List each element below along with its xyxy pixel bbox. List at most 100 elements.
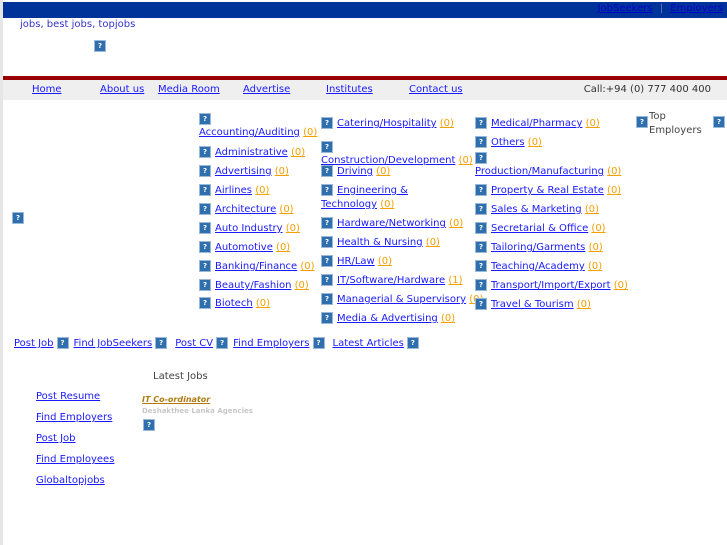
category-item[interactable]: ? Sales & Marketing (0) (475, 203, 599, 215)
employers-link[interactable]: Employers (670, 3, 723, 14)
category-item[interactable]: ? IT/Software/Hardware (1) (321, 274, 463, 286)
category-item[interactable]: ? Medical/Pharmacy (0) (475, 117, 600, 129)
category-item[interactable]: ? Advertising (0) (199, 165, 289, 177)
category-item[interactable]: ? Architecture (0) (199, 203, 294, 215)
latest-articles-link[interactable]: Latest Articles (333, 338, 404, 349)
category-item[interactable]: ? Tailoring/Garments (0) (475, 241, 603, 253)
category-link[interactable]: Airlines (215, 185, 252, 196)
category-count: (0) (527, 137, 542, 148)
broken-image-icon: ? (636, 116, 648, 128)
category-item[interactable]: ?Managerial & Supervisory (0) (321, 293, 483, 305)
category-link[interactable]: Tailoring/Garments (491, 242, 585, 253)
category-link[interactable]: Accounting/Auditing (199, 127, 300, 138)
broken-image-icon: ? (321, 293, 333, 305)
nav-contact-us[interactable]: Contact us (409, 84, 463, 95)
category-link[interactable]: Managerial & Supervisory (337, 294, 466, 305)
category-link[interactable]: Secretarial & Office (491, 223, 588, 234)
find-jobseekers-link[interactable]: Find JobSeekers (74, 338, 153, 349)
find-employers-link[interactable]: Find Employers (233, 338, 309, 349)
category-item[interactable]: ? Teaching/Academy (0) (475, 260, 602, 272)
category-link[interactable]: Transport/Import/Export (491, 280, 611, 291)
category-link[interactable]: Production/Manufacturing (475, 166, 604, 177)
find-employers-side-link[interactable]: Find Employers (36, 412, 112, 423)
category-item[interactable]: ? Accounting/Auditing (0) (199, 113, 317, 138)
category-link[interactable]: IT/Software/Hardware (337, 275, 445, 286)
category-item[interactable]: ? Media & Advertising (0) (321, 312, 455, 324)
nav-home[interactable]: Home (32, 84, 62, 95)
category-link[interactable]: Teaching/Academy (491, 261, 585, 272)
nav-media-room[interactable]: Media Room (158, 84, 220, 95)
category-item[interactable]: ? Airlines (0) (199, 184, 269, 196)
category-count: (0) (274, 166, 289, 177)
category-link[interactable]: Catering/Hospitality (337, 118, 437, 129)
category-link[interactable]: Media & Advertising (337, 313, 438, 324)
category-link[interactable]: Others (491, 137, 525, 148)
broken-image-icon: ? (475, 136, 487, 148)
category-item[interactable]: ? Beauty/Fashion (0) (199, 279, 309, 291)
category-link[interactable]: Driving (337, 166, 373, 177)
nav-institutes[interactable]: Institutes (326, 84, 373, 95)
broken-image-icon: ? (12, 212, 24, 224)
separator: | (659, 3, 664, 14)
broken-image-icon: ? (475, 241, 487, 253)
latest-jobs-heading: Latest Jobs (153, 371, 208, 382)
category-item[interactable]: ? Production/Manufacturing (0) (475, 152, 621, 177)
job-title-link[interactable]: IT Co-ordinator (142, 395, 210, 404)
category-item[interactable]: ? Biotech (0) (199, 297, 270, 309)
broken-image-icon: ? (321, 274, 333, 286)
category-link[interactable]: Engineering & Technology (321, 185, 408, 210)
category-item[interactable]: ? Construction/Development (0) (321, 141, 473, 166)
post-job-link[interactable]: Post Job (14, 338, 54, 349)
category-item[interactable]: ? Health & Nursing (0) (321, 236, 440, 248)
category-item[interactable]: ? Others (0) (475, 136, 542, 148)
category-link[interactable]: Property & Real Estate (491, 185, 604, 196)
category-item[interactable]: ? Property & Real Estate (0) (475, 184, 621, 196)
category-link[interactable]: Banking/Finance (215, 261, 297, 272)
post-resume-link[interactable]: Post Resume (36, 391, 100, 402)
category-item[interactable]: ? Travel & Tourism (0) (475, 298, 591, 310)
category-count: (0) (380, 199, 395, 210)
category-link[interactable]: Automotive (215, 242, 273, 253)
broken-image-icon: ? (321, 165, 333, 177)
tagline: jobs, best jobs, topjobs (20, 19, 136, 30)
category-item[interactable]: ? Driving (0) (321, 165, 390, 177)
category-link[interactable]: Hardware/Networking (337, 218, 446, 229)
category-item[interactable]: ? Auto Industry (0) (199, 222, 300, 234)
category-item[interactable]: ? Secretarial & Office (0) (475, 222, 606, 234)
globaltopjobs-link[interactable]: Globaltopjobs (36, 475, 105, 486)
category-link[interactable]: Medical/Pharmacy (491, 118, 582, 129)
category-link[interactable]: Architecture (215, 204, 276, 215)
broken-image-icon: ? (199, 297, 211, 309)
category-item[interactable]: ? Administrative (0) (199, 146, 305, 158)
category-item[interactable]: ? Transport/Import/Export (0) (475, 279, 628, 291)
category-item[interactable]: ? Banking/Finance (0) (199, 260, 315, 272)
category-link[interactable]: Advertising (215, 166, 272, 177)
broken-image-icon: ? (321, 236, 333, 248)
category-count: (0) (377, 256, 393, 267)
broken-image-icon: ? (475, 279, 487, 291)
category-link[interactable]: Sales & Marketing (491, 204, 582, 215)
nav-advertise[interactable]: Advertise (243, 84, 290, 95)
category-link[interactable]: HR/Law (337, 256, 375, 267)
category-item[interactable]: ? Hardware/Networking (0) (321, 217, 463, 229)
category-link[interactable]: Biotech (215, 298, 253, 309)
nav-about-us[interactable]: About us (100, 84, 144, 95)
category-item[interactable]: ? Automotive (0) (199, 241, 290, 253)
broken-image-icon: ? (321, 217, 333, 229)
category-item[interactable]: ? Engineering & Technology (0) (321, 184, 421, 212)
category-count: (0) (576, 299, 591, 310)
category-item[interactable]: ? HR/Law (0) (321, 255, 392, 267)
category-link[interactable]: Health & Nursing (337, 237, 423, 248)
broken-image-icon: ? (475, 298, 487, 310)
category-link[interactable]: Travel & Tourism (491, 299, 574, 310)
post-job-side-link[interactable]: Post Job (36, 433, 76, 444)
broken-image-icon: ? (56, 337, 69, 349)
category-link[interactable]: Auto Industry (215, 223, 283, 234)
jobseekers-link[interactable]: JobSeekers (598, 3, 653, 14)
category-item[interactable]: ? Catering/Hospitality (0) (321, 117, 454, 129)
category-link[interactable]: Administrative (215, 147, 288, 158)
top-bar: JobSeekers | Employers (3, 2, 727, 18)
post-cv-link[interactable]: Post CV (175, 338, 213, 349)
find-employees-link[interactable]: Find Employees (36, 454, 114, 465)
category-link[interactable]: Beauty/Fashion (215, 280, 291, 291)
